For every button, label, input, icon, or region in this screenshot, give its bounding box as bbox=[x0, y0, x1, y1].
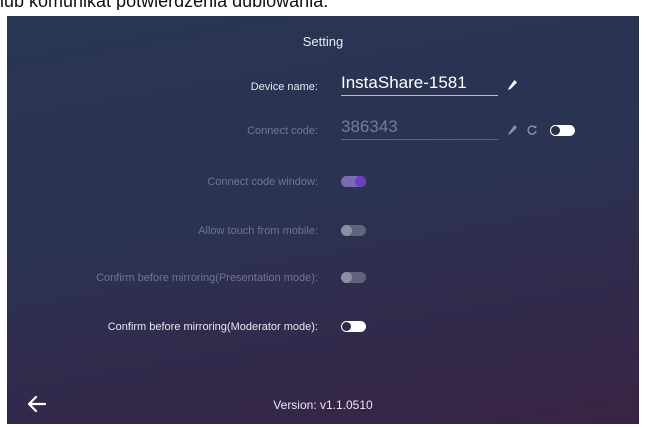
settings-screen: Setting Device name: InstaShare-1581 Con… bbox=[7, 16, 639, 424]
connect-code-field: 386343 bbox=[341, 116, 498, 140]
page-title: Setting bbox=[302, 34, 344, 49]
connect-code-label: Connect code: bbox=[247, 125, 318, 137]
device-name-field[interactable]: InstaShare-1581 bbox=[341, 72, 498, 96]
pencil-icon bbox=[508, 125, 517, 135]
toggle-knob bbox=[342, 322, 351, 331]
connect-code-window-toggle bbox=[341, 176, 366, 187]
connect-code-window-label: Connect code window: bbox=[207, 176, 318, 188]
connect-code-toggle[interactable] bbox=[550, 125, 575, 136]
confirm-moderator-toggle[interactable] bbox=[341, 321, 366, 332]
refresh-icon bbox=[527, 125, 537, 135]
confirm-moderator-label: Confirm before mirroring(Moderator mode)… bbox=[107, 321, 318, 333]
toggle-knob bbox=[551, 126, 560, 135]
pencil-icon[interactable] bbox=[507, 79, 518, 91]
toggle-knob bbox=[355, 176, 366, 187]
allow-touch-label: Allow touch from mobile: bbox=[198, 225, 318, 237]
toggle-knob bbox=[341, 272, 352, 283]
confirm-presentation-toggle bbox=[341, 272, 366, 283]
toggle-knob bbox=[341, 225, 352, 236]
allow-touch-toggle bbox=[341, 225, 366, 236]
device-name-label: Device name: bbox=[250, 81, 318, 93]
confirm-presentation-label: Confirm before mirroring(Presentation mo… bbox=[96, 272, 318, 284]
page-caption: lub komunikat potwierdzenia dublowania. bbox=[0, 0, 329, 10]
version-label: Version: v1.1.0510 bbox=[273, 398, 373, 412]
